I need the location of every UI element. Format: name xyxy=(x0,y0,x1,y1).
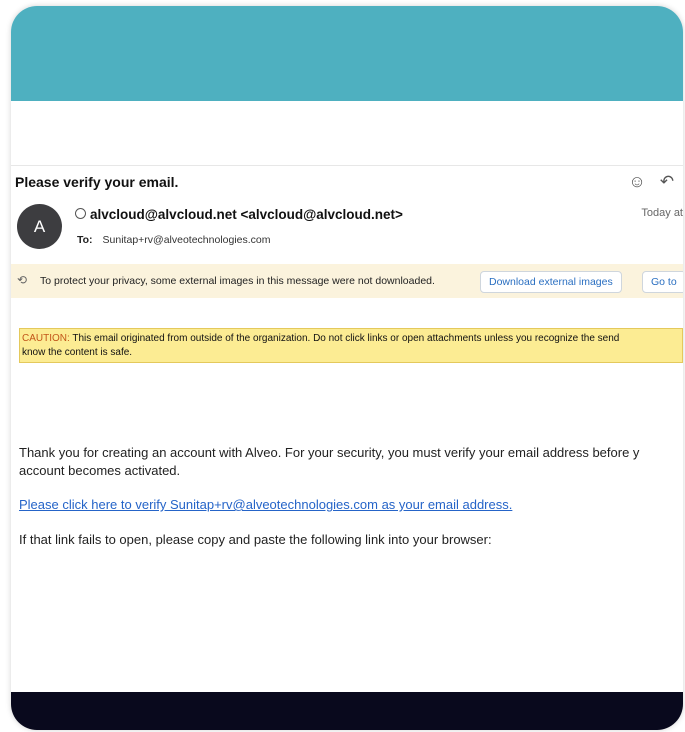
privacy-banner: ⟲ To protect your privacy, some external… xyxy=(11,264,683,298)
privacy-message: To protect your privacy, some external i… xyxy=(40,275,435,287)
email-subject: Please verify your email. xyxy=(15,174,179,190)
body-paragraph-2: If that link fails to open, please copy … xyxy=(19,532,492,547)
email-view: Please verify your email. ☺ ↶ A alvcloud… xyxy=(11,101,683,692)
download-external-images-button[interactable]: Download external images xyxy=(480,271,622,293)
top-color-band xyxy=(11,6,683,101)
body-paragraph-1-line-2: account becomes activated. xyxy=(19,463,181,478)
unread-circle-icon[interactable] xyxy=(75,208,86,219)
header-divider xyxy=(11,165,683,166)
caution-banner: CAUTION: This email originated from outs… xyxy=(19,328,683,363)
caution-line-2: know the content is safe. xyxy=(22,347,133,358)
sender-row: alvcloud@alvcloud.net <alvcloud@alvcloud… xyxy=(75,207,403,222)
blocked-images-icon: ⟲ xyxy=(17,273,28,287)
recipient-address[interactable]: Sunitap+rv@alveotechnologies.com xyxy=(103,234,271,246)
to-label: To: xyxy=(77,234,93,246)
sender-avatar: A xyxy=(17,204,62,249)
verify-email-link[interactable]: Please click here to verify Sunitap+rv@a… xyxy=(19,497,512,512)
body-paragraph-1-line-1: Thank you for creating an account with A… xyxy=(19,445,640,460)
screenshot-card: Please verify your email. ☺ ↶ A alvcloud… xyxy=(11,6,683,730)
reply-icon[interactable]: ↶ xyxy=(657,172,677,192)
caution-line-1: This email originated from outside of th… xyxy=(69,333,620,344)
sender-address[interactable]: alvcloud@alvcloud.net <alvcloud@alvcloud… xyxy=(90,207,403,222)
bottom-color-band xyxy=(11,692,683,730)
caution-label: CAUTION: xyxy=(22,333,70,344)
received-time: Today at xyxy=(641,207,683,219)
go-to-button[interactable]: Go to xyxy=(642,271,683,293)
recipient-row: To: Sunitap+rv@alveotechnologies.com xyxy=(77,234,271,246)
emoji-reaction-icon[interactable]: ☺ xyxy=(627,172,647,192)
